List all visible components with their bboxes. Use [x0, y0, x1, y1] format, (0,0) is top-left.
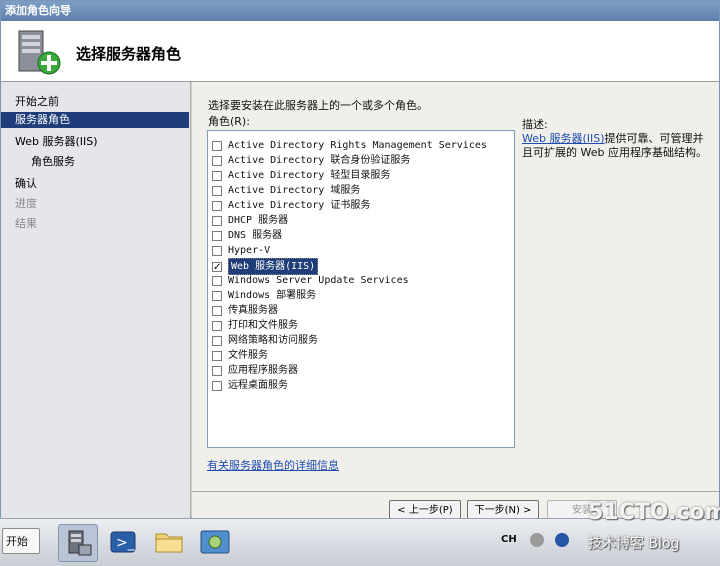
description-body: Web 服务器(IIS)提供可靠、可管理并且可扩展的 Web 应用程序基础结构。 [522, 132, 710, 160]
role-item[interactable]: 远程桌面服务 [212, 378, 288, 393]
role-item[interactable]: Active Directory 证书服务 [212, 198, 370, 213]
nav-step-server-roles[interactable]: 服务器角色 [1, 112, 189, 128]
role-checkbox[interactable] [212, 245, 222, 256]
network-icon[interactable] [196, 524, 234, 560]
nav-step-results: 结果 [15, 217, 37, 230]
role-checkbox[interactable] [212, 155, 222, 166]
watermark-logo: 51CTO.com [588, 500, 720, 525]
server-manager-icon[interactable] [58, 524, 98, 562]
tray-network-icon[interactable] [530, 533, 544, 547]
explorer-folder-icon[interactable] [150, 524, 188, 560]
role-item[interactable]: Active Directory 轻型目录服务 [212, 168, 390, 183]
start-button[interactable]: 开始 [2, 528, 40, 554]
nav-step-web-server[interactable]: Web 服务器(IIS) [1, 134, 189, 150]
description-title: 描述: [522, 118, 548, 131]
roles-listbox[interactable]: Active Directory Rights Management Servi… [207, 130, 515, 448]
nav-step-confirmation[interactable]: 确认 [1, 176, 189, 192]
nav-step-before-you-begin[interactable]: 开始之前 [1, 94, 189, 110]
role-item[interactable]: 传真服务器 [212, 303, 278, 318]
start-label: 开始 [6, 535, 28, 548]
input-language-indicator[interactable]: CH [501, 534, 517, 545]
powershell-icon[interactable]: >_ [104, 524, 142, 560]
role-checkbox[interactable] [212, 170, 222, 181]
role-checkbox[interactable] [212, 290, 222, 301]
role-item[interactable]: Windows Server Update Services [212, 273, 409, 288]
role-checkbox[interactable] [212, 230, 222, 241]
role-item-web-server[interactable]: Web 服务器(IIS) [212, 258, 319, 275]
role-checkbox[interactable] [212, 140, 222, 151]
instruction-text: 选择要安装在此服务器上的一个或多个角色。 [208, 99, 428, 112]
role-checkbox[interactable] [212, 320, 222, 331]
role-checkbox[interactable] [212, 200, 222, 211]
svg-text:>_: >_ [116, 535, 136, 551]
tray-help-icon[interactable] [555, 533, 569, 547]
wizard-header: 选择服务器角色 [1, 21, 719, 82]
role-checkbox[interactable] [212, 335, 222, 346]
role-checkbox[interactable] [212, 380, 222, 391]
role-item[interactable]: 网络策略和访问服务 [212, 333, 318, 348]
more-info-link[interactable]: 有关服务器角色的详细信息 [207, 457, 339, 473]
nav-step-role-services[interactable]: 角色服务 [1, 154, 189, 170]
role-item[interactable]: 打印和文件服务 [212, 318, 298, 333]
role-checkbox[interactable] [212, 305, 222, 316]
role-item[interactable]: Active Directory 域服务 [212, 183, 360, 198]
role-item[interactable]: 文件服务 [212, 348, 268, 363]
role-checkbox-checked[interactable] [212, 260, 222, 275]
footer-divider [192, 491, 719, 492]
watermark-blog-text: 技术博客 Blog [588, 536, 680, 552]
add-roles-wizard-window: 添加角色向导 选择服务器角色 开始之前 服务器角色 Web 服务器(IIS) 角… [0, 0, 720, 521]
role-checkbox[interactable] [212, 365, 222, 376]
wizard-content: 选择要安装在此服务器上的一个或多个角色。 角色(R): Active Direc… [192, 82, 719, 519]
role-item[interactable]: Active Directory Rights Management Servi… [212, 138, 487, 153]
role-item[interactable]: Windows 部署服务 [212, 288, 316, 303]
server-add-icon [18, 30, 61, 75]
roles-label: 角色(R): [208, 115, 250, 128]
page-title: 选择服务器角色 [76, 45, 182, 63]
role-checkbox[interactable] [212, 275, 222, 286]
role-item[interactable]: Hyper-V [212, 243, 270, 258]
role-item[interactable]: DHCP 服务器 [212, 213, 288, 228]
window-title: 添加角色向导 [1, 1, 719, 21]
wizard-step-nav: 开始之前 服务器角色 Web 服务器(IIS) 角色服务 确认 进度 结果 [1, 82, 191, 519]
role-checkbox[interactable] [212, 350, 222, 361]
role-item[interactable]: Active Directory 联合身份验证服务 [212, 153, 410, 168]
role-checkbox[interactable] [212, 215, 222, 226]
role-item[interactable]: DNS 服务器 [212, 228, 282, 243]
description-role-link[interactable]: Web 服务器(IIS) [522, 132, 605, 145]
nav-step-progress: 进度 [15, 197, 37, 210]
role-checkbox[interactable] [212, 185, 222, 196]
role-item[interactable]: 应用程序服务器 [212, 363, 298, 378]
